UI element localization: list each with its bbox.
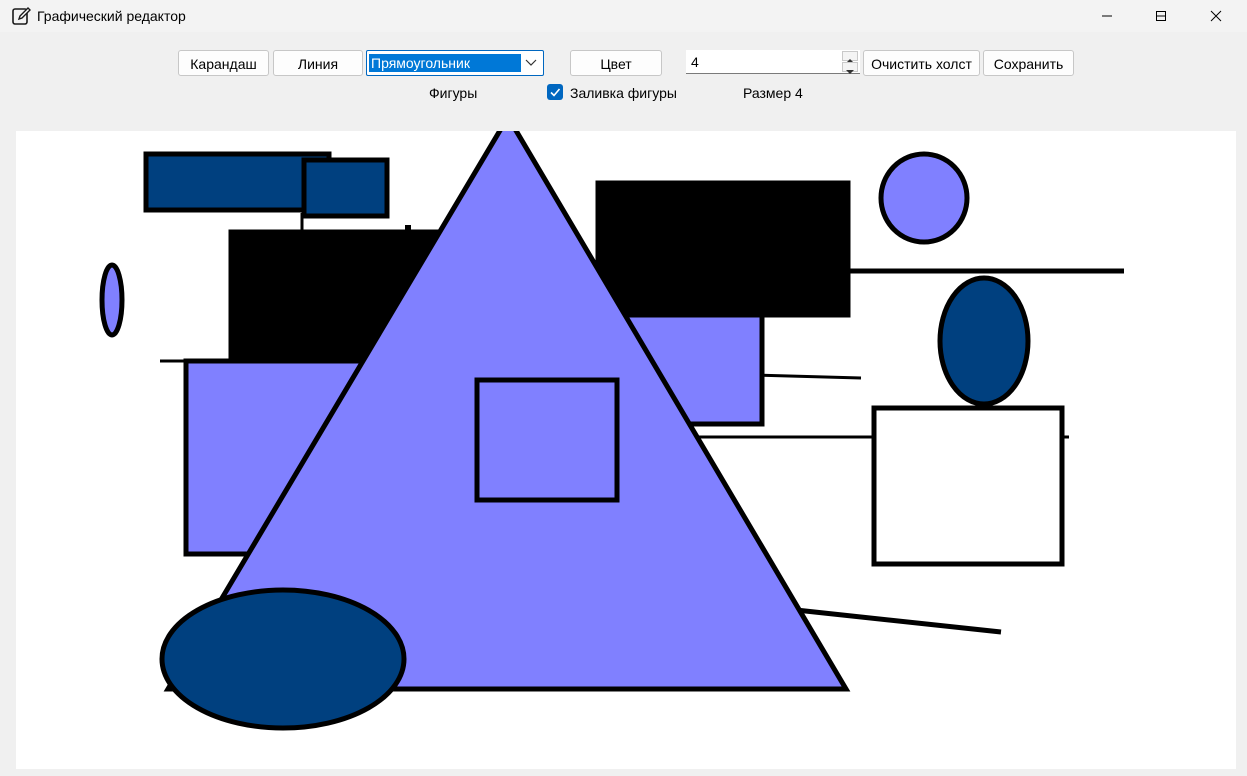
maximize-icon <box>1156 11 1166 21</box>
fill-label[interactable]: Заливка фигуры <box>570 85 677 101</box>
checkmark-icon <box>550 88 561 97</box>
drawn-ellipse <box>99 262 125 338</box>
size-value: 4 <box>691 54 699 70</box>
chevron-down-icon <box>525 59 537 66</box>
line-button[interactable]: Линия <box>273 50 363 76</box>
maximize-button[interactable] <box>1138 0 1184 32</box>
spin-up-button[interactable] <box>842 51 858 63</box>
minimize-button-2[interactable] <box>1084 0 1130 32</box>
window-title: Графический редактор <box>37 8 186 24</box>
drawing-canvas[interactable] <box>16 131 1236 769</box>
close-icon <box>1210 10 1222 22</box>
drawn-rectangle <box>871 405 1065 567</box>
edit-icon <box>12 7 31 25</box>
canvas-drawing <box>99 131 1124 731</box>
shape-select-value: Прямоугольник <box>369 54 521 72</box>
arrow-down-icon <box>846 70 854 74</box>
fill-checkbox[interactable] <box>547 84 563 100</box>
clear-canvas-button[interactable]: Очистить холст <box>863 50 980 76</box>
save-button[interactable]: Сохранить <box>983 50 1074 76</box>
drawn-line <box>795 607 1002 635</box>
shapes-label: Фигуры <box>429 85 478 101</box>
size-spinbox[interactable]: 4 <box>686 50 860 74</box>
drawn-ellipse <box>878 151 970 245</box>
shape-select[interactable]: Прямоугольник <box>366 50 544 76</box>
drawn-ellipse <box>937 275 1031 407</box>
minimize-icon <box>1102 15 1112 17</box>
close-button[interactable] <box>1193 0 1239 32</box>
drawn-ellipse <box>159 587 407 731</box>
color-button[interactable]: Цвет <box>570 50 662 76</box>
spin-down-button[interactable] <box>842 62 858 74</box>
drawn-rectangle <box>301 157 390 219</box>
size-label: Размер 4 <box>743 85 803 101</box>
drawn-rectangle <box>474 377 620 503</box>
drawn-rectangle <box>595 180 851 318</box>
pencil-button[interactable]: Карандаш <box>178 50 269 76</box>
title-bar: Графический редактор <box>0 0 1247 32</box>
